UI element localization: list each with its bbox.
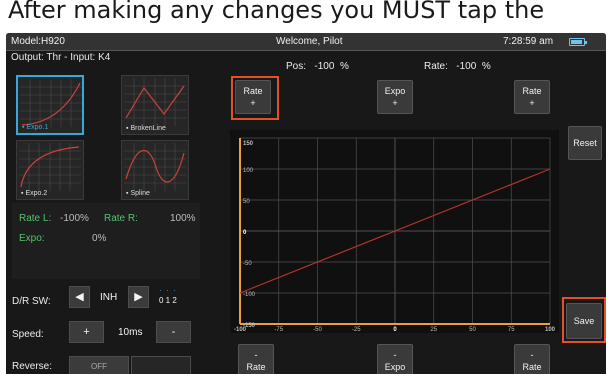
dr-next-button[interactable]: ▶: [128, 286, 149, 308]
x-tick-label: 100: [545, 327, 556, 333]
curve-chart[interactable]: 150 100 50 0 -50 -100 -150 -100 -75 -50 -25 0 25 50 75…: [230, 130, 559, 333]
expo-plus-button[interactable]: Expo +: [377, 80, 413, 114]
rate-r-label: Rate R:: [104, 213, 138, 224]
rate-readout: Rate: -100 %: [424, 61, 491, 72]
reverse-label: Reverse:: [12, 361, 53, 372]
status-bar: Model:H920 Welcome, Pilot 7:28:59 am: [6, 33, 606, 51]
brokenline-curve-icon: [124, 78, 186, 126]
x-tick-label: -100: [234, 327, 247, 333]
x-tick-label: -75: [274, 327, 283, 333]
x-tick-label: 25: [430, 327, 437, 333]
speed-minus-button[interactable]: -: [156, 321, 191, 343]
x-tick-label: 0: [393, 327, 397, 333]
curve-thumb-brokenline[interactable]: ▪ BrokenLine: [121, 75, 189, 135]
rate-l-value: -100%: [60, 213, 89, 224]
clock: 7:28:59 am: [503, 36, 554, 47]
x-tick-label: -50: [313, 327, 322, 333]
rate-r-value: 100%: [170, 213, 196, 224]
battery-icon: [569, 38, 587, 46]
x-tick-label: 75: [508, 327, 515, 333]
switch-positions: 0 1 2: [159, 296, 177, 305]
curve-label: ▪ Expo.2: [21, 190, 48, 197]
y-tick-label: 150: [243, 141, 254, 147]
expo-label: Expo:: [19, 233, 45, 244]
spline-curve-icon: [124, 143, 186, 191]
transmitter-screen: Model:H920 Welcome, Pilot 7:28:59 am Out…: [6, 33, 606, 374]
rate-minus-left-button[interactable]: - Rate: [238, 344, 274, 374]
x-tick-label: 50: [469, 327, 476, 333]
rate-plus-right-button[interactable]: Rate +: [514, 80, 550, 114]
curve-thumb-expo1[interactable]: ▪ Expo.1: [16, 75, 84, 135]
reverse-toggle[interactable]: OFF: [69, 356, 129, 374]
curve-label: ▪ Expo.1: [22, 124, 49, 131]
curve-thumb-spline[interactable]: ▪ Spline: [121, 140, 189, 200]
reverse-toggle-track[interactable]: [131, 356, 191, 374]
expo-curve-icon: [20, 79, 82, 127]
instruction-caption: After making any changes you MUST tap th…: [0, 0, 612, 32]
highlight-rate-plus: [231, 76, 279, 120]
pos-readout: Pos: -100 %: [286, 61, 349, 72]
curve-chart-svg: 150100500-50-100-150-100 -75 -50 -25 0 25 50 75…: [234, 137, 556, 333]
rate-l-label: Rate L:: [19, 213, 52, 224]
speed-value: 10ms: [118, 327, 143, 338]
welcome-text: Welcome, Pilot: [276, 36, 343, 47]
dr-sw-label: D/R SW:: [12, 296, 51, 307]
rate-minus-right-button[interactable]: - Rate: [514, 344, 550, 374]
expo-minus-button[interactable]: - Expo: [377, 344, 413, 374]
curve-thumb-expo2[interactable]: ▪ Expo.2: [16, 140, 84, 200]
curve-label: ▪ BrokenLine: [126, 125, 166, 132]
speed-plus-button[interactable]: +: [69, 321, 104, 343]
x-tick-label: -25: [352, 327, 361, 333]
y-tick-label: -100: [243, 292, 256, 298]
output-input-header: Output: Thr - Input: K4: [11, 52, 111, 63]
reset-button[interactable]: Reset: [568, 126, 602, 160]
curve-label: ▪ Spline: [126, 190, 150, 197]
model-name: Model:H920: [11, 36, 65, 47]
dr-prev-button[interactable]: ◀: [69, 286, 90, 308]
speed-label: Speed:: [12, 329, 44, 340]
dr-value: INH: [100, 292, 118, 303]
y-tick-label: -50: [243, 261, 252, 267]
y-tick-label: 100: [243, 168, 254, 174]
expo-value: 0%: [92, 233, 107, 244]
caption-text: After making any changes you MUST tap th…: [8, 0, 545, 24]
y-tick-label: 50: [243, 199, 250, 205]
expo-curve-icon: [19, 143, 81, 191]
highlight-save: [562, 297, 606, 343]
rate-info-panel: Rate L: -100% Rate R: 100% Expo: 0%: [12, 203, 200, 279]
switch-position-dots: · · ·: [159, 286, 176, 295]
